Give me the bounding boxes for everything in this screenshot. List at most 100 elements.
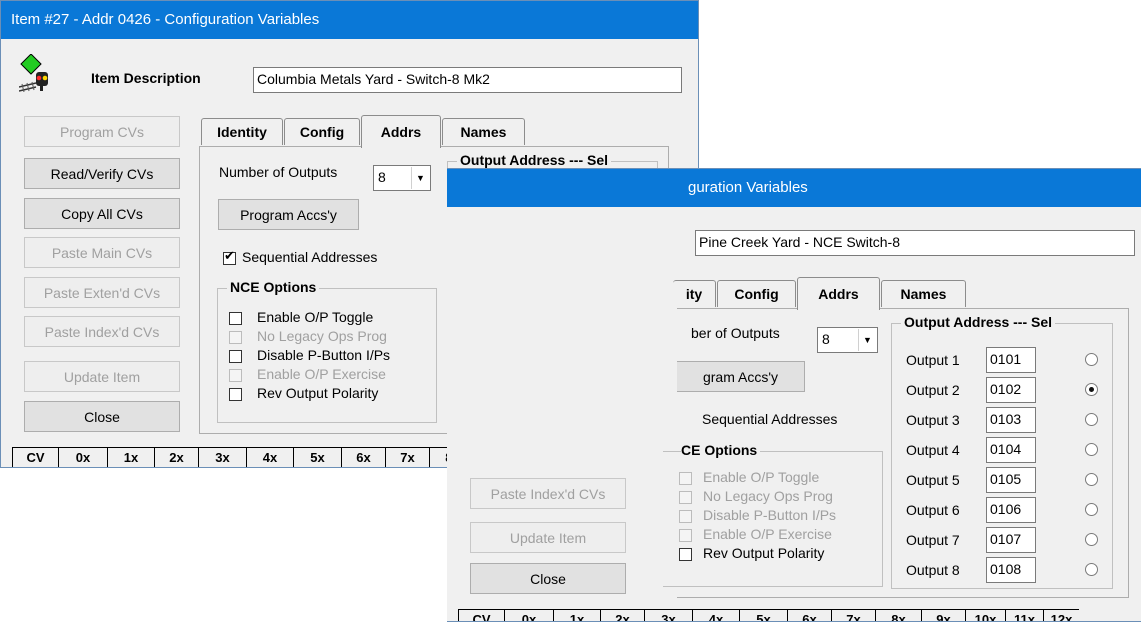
- tab-names[interactable]: Names: [442, 118, 525, 145]
- copy-all-cvs-button[interactable]: Copy All CVs: [24, 198, 180, 229]
- output-label: Output 4: [906, 442, 960, 458]
- cv-column-header: 6x: [787, 609, 831, 621]
- output-select-radio[interactable]: [1085, 473, 1098, 486]
- output-label: Output 7: [906, 532, 960, 548]
- item-description-input[interactable]: Pine Creek Yard - NCE Switch-8: [695, 230, 1135, 256]
- cv-column-header: 4x: [692, 609, 739, 621]
- nce-option-checkbox[interactable]: [229, 388, 242, 401]
- nce-option-checkbox[interactable]: [229, 312, 242, 325]
- nce-options-title: NCE Options: [227, 279, 320, 295]
- number-of-outputs-value: 8: [822, 331, 830, 347]
- paste-main-cvs-button[interactable]: Paste Main CVs: [24, 237, 180, 268]
- program-accsy-button[interactable]: Program Accs'y: [218, 199, 359, 230]
- cv-column-header: CV: [12, 447, 58, 467]
- cv-column-header: 0x: [504, 609, 553, 621]
- chevron-down-icon[interactable]: ▼: [411, 167, 429, 189]
- nce-option-checkbox[interactable]: [679, 529, 692, 542]
- close-button[interactable]: Close: [24, 401, 180, 432]
- cv-column-header: 2x: [154, 447, 198, 467]
- output-select-radio[interactable]: [1085, 383, 1098, 396]
- cv-grid-header: CV0x1x2x3x4x5x6x7x8x9x10x11x12x: [458, 609, 1141, 621]
- output-select-radio[interactable]: [1085, 563, 1098, 576]
- number-of-outputs-label: ber of Outputs: [691, 325, 780, 341]
- output-address-input[interactable]: 0101: [986, 347, 1036, 373]
- output-label: Output 6: [906, 502, 960, 518]
- output-address-title: Output Address --- Sel: [457, 152, 612, 168]
- cv-column-header: 7x: [831, 609, 875, 621]
- nce-option-checkbox[interactable]: [679, 491, 692, 504]
- tab-identity[interactable]: ity: [673, 280, 716, 307]
- cv-column-header: 4x: [246, 447, 293, 467]
- nce-option-checkbox[interactable]: [679, 548, 692, 561]
- output-address-input[interactable]: 0103: [986, 407, 1036, 433]
- config-window-2: guration Variables Pine Creek Yard - NCE…: [447, 168, 1141, 622]
- sequential-addresses-label: Sequential Addresses: [242, 249, 378, 265]
- cv-column-header: 11x: [1005, 609, 1043, 621]
- paste-extend-cvs-button[interactable]: Paste Exten'd CVs: [24, 277, 180, 308]
- update-item-button[interactable]: Update Item: [24, 361, 180, 392]
- nce-option-checkbox[interactable]: [229, 369, 242, 382]
- cv-column-header: 0x: [58, 447, 107, 467]
- nce-option-checkbox[interactable]: [679, 472, 692, 485]
- nce-options-title: CE Options: [681, 442, 761, 458]
- chevron-down-icon[interactable]: ▼: [858, 329, 876, 351]
- number-of-outputs-select[interactable]: 8 ▼: [817, 327, 878, 353]
- output-select-radio[interactable]: [1085, 353, 1098, 366]
- nce-option-label: Rev Output Polarity: [703, 545, 825, 561]
- tab-config[interactable]: Config: [717, 280, 796, 307]
- read-verify-cvs-button[interactable]: Read/Verify CVs: [24, 158, 180, 189]
- output-address-input[interactable]: 0106: [986, 497, 1036, 523]
- close-button[interactable]: Close: [470, 563, 626, 594]
- sequential-addresses-checkbox[interactable]: ✔: [223, 249, 236, 265]
- cv-column-header: CV: [458, 609, 504, 621]
- cv-column-header: 2x: [600, 609, 644, 621]
- sequential-addresses-label: Sequential Addresses: [702, 411, 838, 427]
- nce-option-label: Enable O/P Toggle: [703, 469, 820, 485]
- cv-column-header: 10x: [965, 609, 1005, 621]
- nce-option-checkbox[interactable]: [229, 331, 242, 344]
- output-label: Output 2: [906, 382, 960, 398]
- window-title: Item #27 - Addr 0426 - Configuration Var…: [1, 1, 698, 39]
- tab-addrs[interactable]: Addrs: [361, 115, 441, 148]
- tab-addrs[interactable]: Addrs: [797, 277, 880, 310]
- output-address-title: Output Address --- Sel: [901, 314, 1056, 330]
- update-item-button[interactable]: Update Item: [470, 522, 626, 553]
- nce-option-label: Enable O/P Exercise: [703, 526, 832, 542]
- tab-names[interactable]: Names: [881, 280, 966, 307]
- cv-column-header: 9x: [921, 609, 965, 621]
- nce-option-checkbox[interactable]: [679, 510, 692, 523]
- cv-column-header: 1x: [553, 609, 600, 621]
- output-label: Output 8: [906, 562, 960, 578]
- nce-option-label: Enable O/P Toggle: [257, 309, 374, 325]
- paste-indexd-cvs-button[interactable]: Paste Index'd CVs: [24, 316, 180, 347]
- cv-column-header: 5x: [293, 447, 341, 467]
- cv-column-header: 8x: [875, 609, 921, 621]
- window-title: guration Variables: [447, 169, 1141, 207]
- output-select-radio[interactable]: [1085, 533, 1098, 546]
- number-of-outputs-select[interactable]: 8 ▼: [373, 165, 431, 191]
- output-address-input[interactable]: 0108: [986, 557, 1036, 583]
- paste-indexd-cvs-button[interactable]: Paste Index'd CVs: [470, 478, 626, 509]
- program-accsy-button[interactable]: gram Accs'y: [677, 361, 805, 392]
- output-address-input[interactable]: 0104: [986, 437, 1036, 463]
- cv-column-header: 5x: [739, 609, 787, 621]
- item-description-input[interactable]: Columbia Metals Yard - Switch-8 Mk2: [253, 67, 682, 93]
- cv-column-header: 1x: [107, 447, 154, 467]
- output-address-input[interactable]: 0107: [986, 527, 1036, 553]
- output-select-radio[interactable]: [1085, 413, 1098, 426]
- output-select-radio[interactable]: [1085, 503, 1098, 516]
- tab-config[interactable]: Config: [284, 118, 360, 145]
- nce-option-label: No Legacy Ops Prog: [703, 488, 833, 504]
- output-address-input[interactable]: 0102: [986, 377, 1036, 403]
- cv-column-header: 3x: [198, 447, 246, 467]
- tab-identity[interactable]: Identity: [201, 118, 283, 145]
- turnout-signal-icon: [18, 53, 51, 93]
- number-of-outputs-label: Number of Outputs: [219, 164, 338, 180]
- output-label: Output 1: [906, 352, 960, 368]
- output-label: Output 3: [906, 412, 960, 428]
- nce-option-label: Rev Output Polarity: [257, 385, 379, 401]
- program-cvs-button[interactable]: Program CVs: [24, 116, 180, 147]
- output-address-input[interactable]: 0105: [986, 467, 1036, 493]
- output-select-radio[interactable]: [1085, 443, 1098, 456]
- nce-option-checkbox[interactable]: [229, 350, 242, 363]
